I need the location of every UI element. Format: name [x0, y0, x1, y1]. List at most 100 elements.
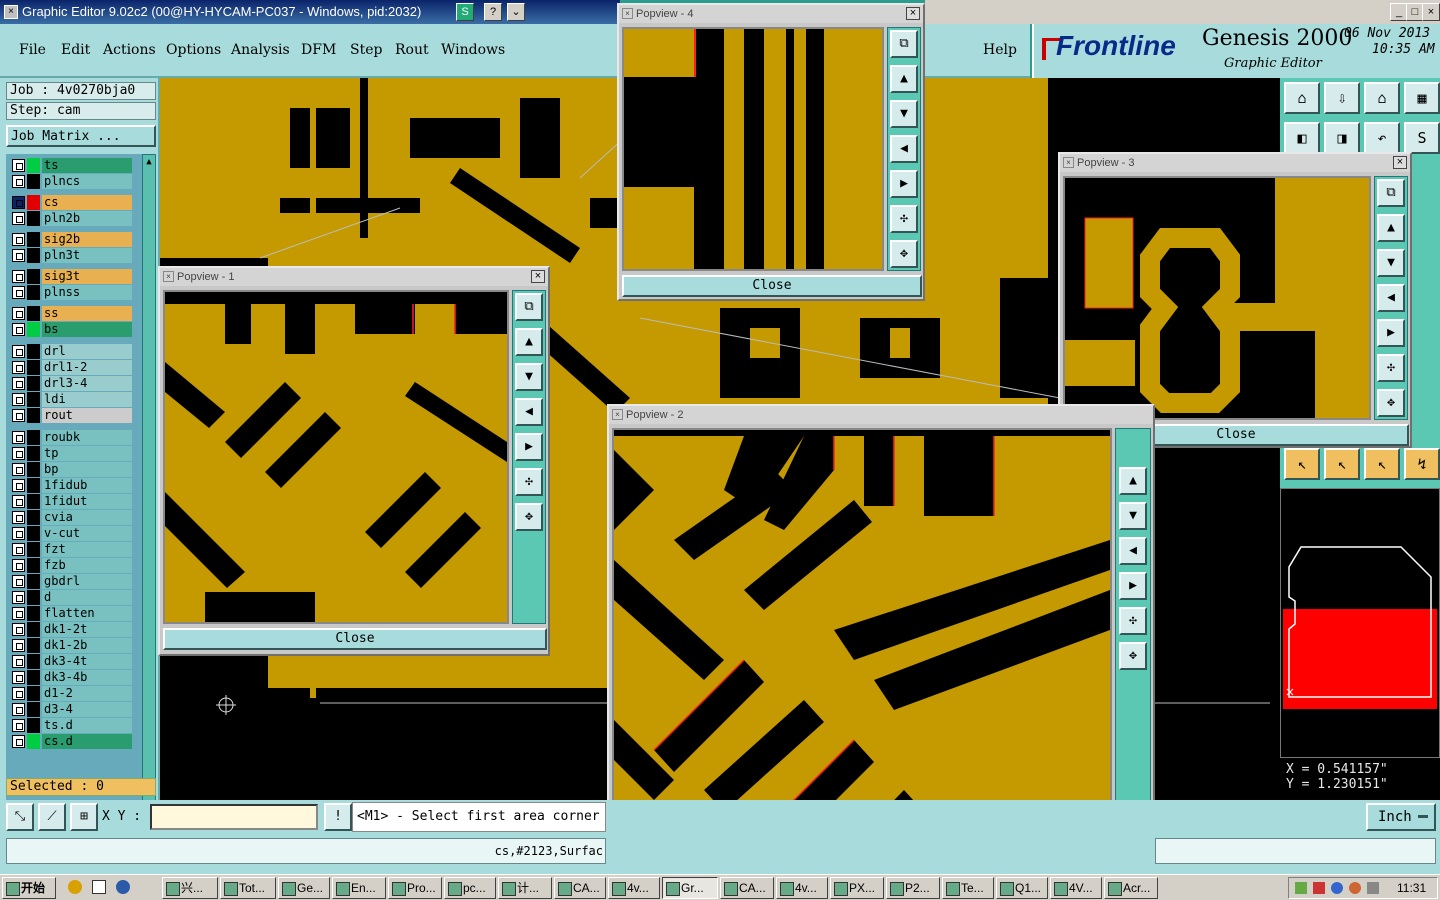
pan-down-icon[interactable]: ▼ — [1377, 249, 1405, 277]
clock-icon[interactable] — [68, 880, 82, 894]
globe-icon[interactable] — [116, 880, 130, 894]
layer-row[interactable]: rout — [10, 408, 132, 423]
scroll-up-icon[interactable]: ▲ — [144, 157, 154, 167]
taskbar-item[interactable]: Te... — [942, 877, 994, 899]
layer-row[interactable]: drl — [10, 344, 132, 359]
layer-row[interactable]: gbdrl — [10, 574, 132, 589]
layer-row[interactable]: tp — [10, 446, 132, 461]
layer-row[interactable]: drl1-2 — [10, 360, 132, 375]
job-matrix-button[interactable]: Job Matrix ... — [6, 125, 156, 147]
pan-right-icon[interactable]: ▶ — [1119, 572, 1147, 600]
window-title-bar[interactable]: × Graphic Editor 9.02c2 (00@HY-HYCAM-PC0… — [0, 0, 620, 24]
taskbar-item[interactable]: Pro... — [388, 877, 442, 899]
menu-rout[interactable]: Rout — [395, 42, 429, 58]
zoom-in-icon[interactable]: ✣ — [1119, 607, 1147, 635]
measure-icon[interactable]: ⟋ — [38, 803, 66, 831]
popview-1-close-icon[interactable]: × — [531, 270, 545, 283]
layer-checkbox[interactable] — [12, 495, 25, 508]
layer-row[interactable]: sig2b — [10, 232, 132, 247]
units-selector[interactable]: Inch — [1366, 803, 1436, 831]
taskbar-item[interactable]: Ge... — [278, 877, 330, 899]
tray-icon-3[interactable] — [1331, 882, 1343, 894]
popview-4-view[interactable] — [622, 27, 884, 271]
pan-right-icon[interactable]: ▶ — [1377, 319, 1405, 347]
snap-grid-icon[interactable]: ⊞ — [70, 803, 98, 831]
info-icon[interactable]: ! — [324, 803, 352, 831]
zoom-out-icon[interactable]: ✥ — [1119, 642, 1147, 670]
popview-3-view[interactable] — [1063, 176, 1371, 420]
layer-row[interactable]: ss — [10, 306, 132, 321]
taskbar-item[interactable]: Gr... — [662, 877, 718, 899]
layer-checkbox[interactable] — [12, 735, 25, 748]
layer-row[interactable]: bs — [10, 322, 132, 337]
popview-3-title-bar[interactable]: × Popview - 3 × — [1060, 154, 1410, 172]
layer-row[interactable]: plncs — [10, 174, 132, 189]
layer-checkbox[interactable] — [12, 607, 25, 620]
popview-4-close-icon[interactable]: × — [906, 7, 920, 20]
layer-checkbox[interactable] — [12, 623, 25, 636]
tray-icon-5[interactable] — [1367, 882, 1379, 894]
popview-1[interactable]: × Popview - 1 × ⧉ ▲ ▼ ◀ ▶ ✣ ✥ Close — [158, 266, 550, 656]
layer-checkbox[interactable] — [12, 196, 25, 209]
view-house-icon[interactable]: ⌂ — [1364, 82, 1400, 114]
layer-row[interactable]: ldi — [10, 392, 132, 407]
help-icon[interactable]: ? — [484, 3, 502, 21]
layer-row[interactable]: fzt — [10, 542, 132, 557]
taskbar-item[interactable]: 4V... — [1050, 877, 1102, 899]
pan-left-icon[interactable]: ◧ — [1284, 122, 1320, 154]
layer-row[interactable]: roubk — [10, 430, 132, 445]
taskbar-item[interactable]: Tot... — [220, 877, 276, 899]
grid-icon[interactable]: ▦ — [1404, 82, 1440, 114]
pan-down-icon[interactable]: ▼ — [1119, 502, 1147, 530]
popview-1-view[interactable] — [163, 290, 509, 624]
layer-row[interactable]: dk1-2t — [10, 622, 132, 637]
popview-1-title-bar[interactable]: × Popview - 1 × — [160, 268, 548, 286]
undo-icon[interactable]: ↶ — [1364, 122, 1400, 154]
zoom-fit-icon[interactable]: ⧉ — [1377, 179, 1405, 207]
menu-file[interactable]: File — [19, 42, 46, 58]
layer-row[interactable]: dk1-2b — [10, 638, 132, 653]
popview-3-close-icon[interactable]: × — [1393, 156, 1407, 169]
script-icon[interactable]: S — [456, 3, 474, 21]
close-button[interactable]: × — [1422, 3, 1440, 21]
layer-checkbox[interactable] — [12, 719, 25, 732]
layer-row[interactable]: sig3t — [10, 269, 132, 284]
layer-row[interactable]: plnss — [10, 285, 132, 300]
taskbar-item[interactable]: 4v... — [608, 877, 660, 899]
layer-checkbox[interactable] — [12, 639, 25, 652]
pan-right-icon[interactable]: ▶ — [515, 433, 543, 461]
zoom-out-icon[interactable]: ✥ — [890, 240, 918, 268]
layer-checkbox[interactable] — [12, 527, 25, 540]
layer-checkbox[interactable] — [12, 431, 25, 444]
layer-checkbox[interactable] — [12, 377, 25, 390]
layer-checkbox[interactable] — [12, 393, 25, 406]
popview-1-close-button[interactable]: Close — [163, 628, 547, 650]
taskbar-item[interactable]: 计... — [498, 877, 552, 899]
zoom-out-icon[interactable]: ✥ — [1377, 389, 1405, 417]
layer-row[interactable]: pln2b — [10, 211, 132, 226]
menu-help[interactable]: Help — [983, 42, 1017, 58]
layer-row[interactable]: flatten — [10, 606, 132, 621]
pan-up-icon[interactable]: ▲ — [1119, 467, 1147, 495]
view-down-icon[interactable]: ⇩ — [1324, 82, 1360, 114]
layer-row[interactable]: dk3-4b — [10, 670, 132, 685]
layer-checkbox[interactable] — [12, 286, 25, 299]
layer-checkbox[interactable] — [12, 559, 25, 572]
taskbar-item[interactable]: P2... — [886, 877, 940, 899]
layer-row[interactable]: dk3-4t — [10, 654, 132, 669]
layer-checkbox[interactable] — [12, 175, 25, 188]
layer-checkbox[interactable] — [12, 159, 25, 172]
layer-checkbox[interactable] — [12, 447, 25, 460]
taskbar-item[interactable]: 4v... — [776, 877, 828, 899]
layer-checkbox[interactable] — [12, 270, 25, 283]
pan-down-icon[interactable]: ▼ — [890, 100, 918, 128]
zoom-out-icon[interactable]: ✥ — [515, 503, 543, 531]
layer-checkbox[interactable] — [12, 591, 25, 604]
notepad-icon[interactable] — [92, 880, 106, 894]
layer-row[interactable]: v-cut — [10, 526, 132, 541]
tray-icon-2[interactable] — [1313, 882, 1325, 894]
menu-dfm[interactable]: DFM — [301, 42, 336, 58]
layer-checkbox[interactable] — [12, 687, 25, 700]
pointer-icon[interactable]: ↖ — [1284, 448, 1320, 480]
layer-row[interactable]: 1fidub — [10, 478, 132, 493]
